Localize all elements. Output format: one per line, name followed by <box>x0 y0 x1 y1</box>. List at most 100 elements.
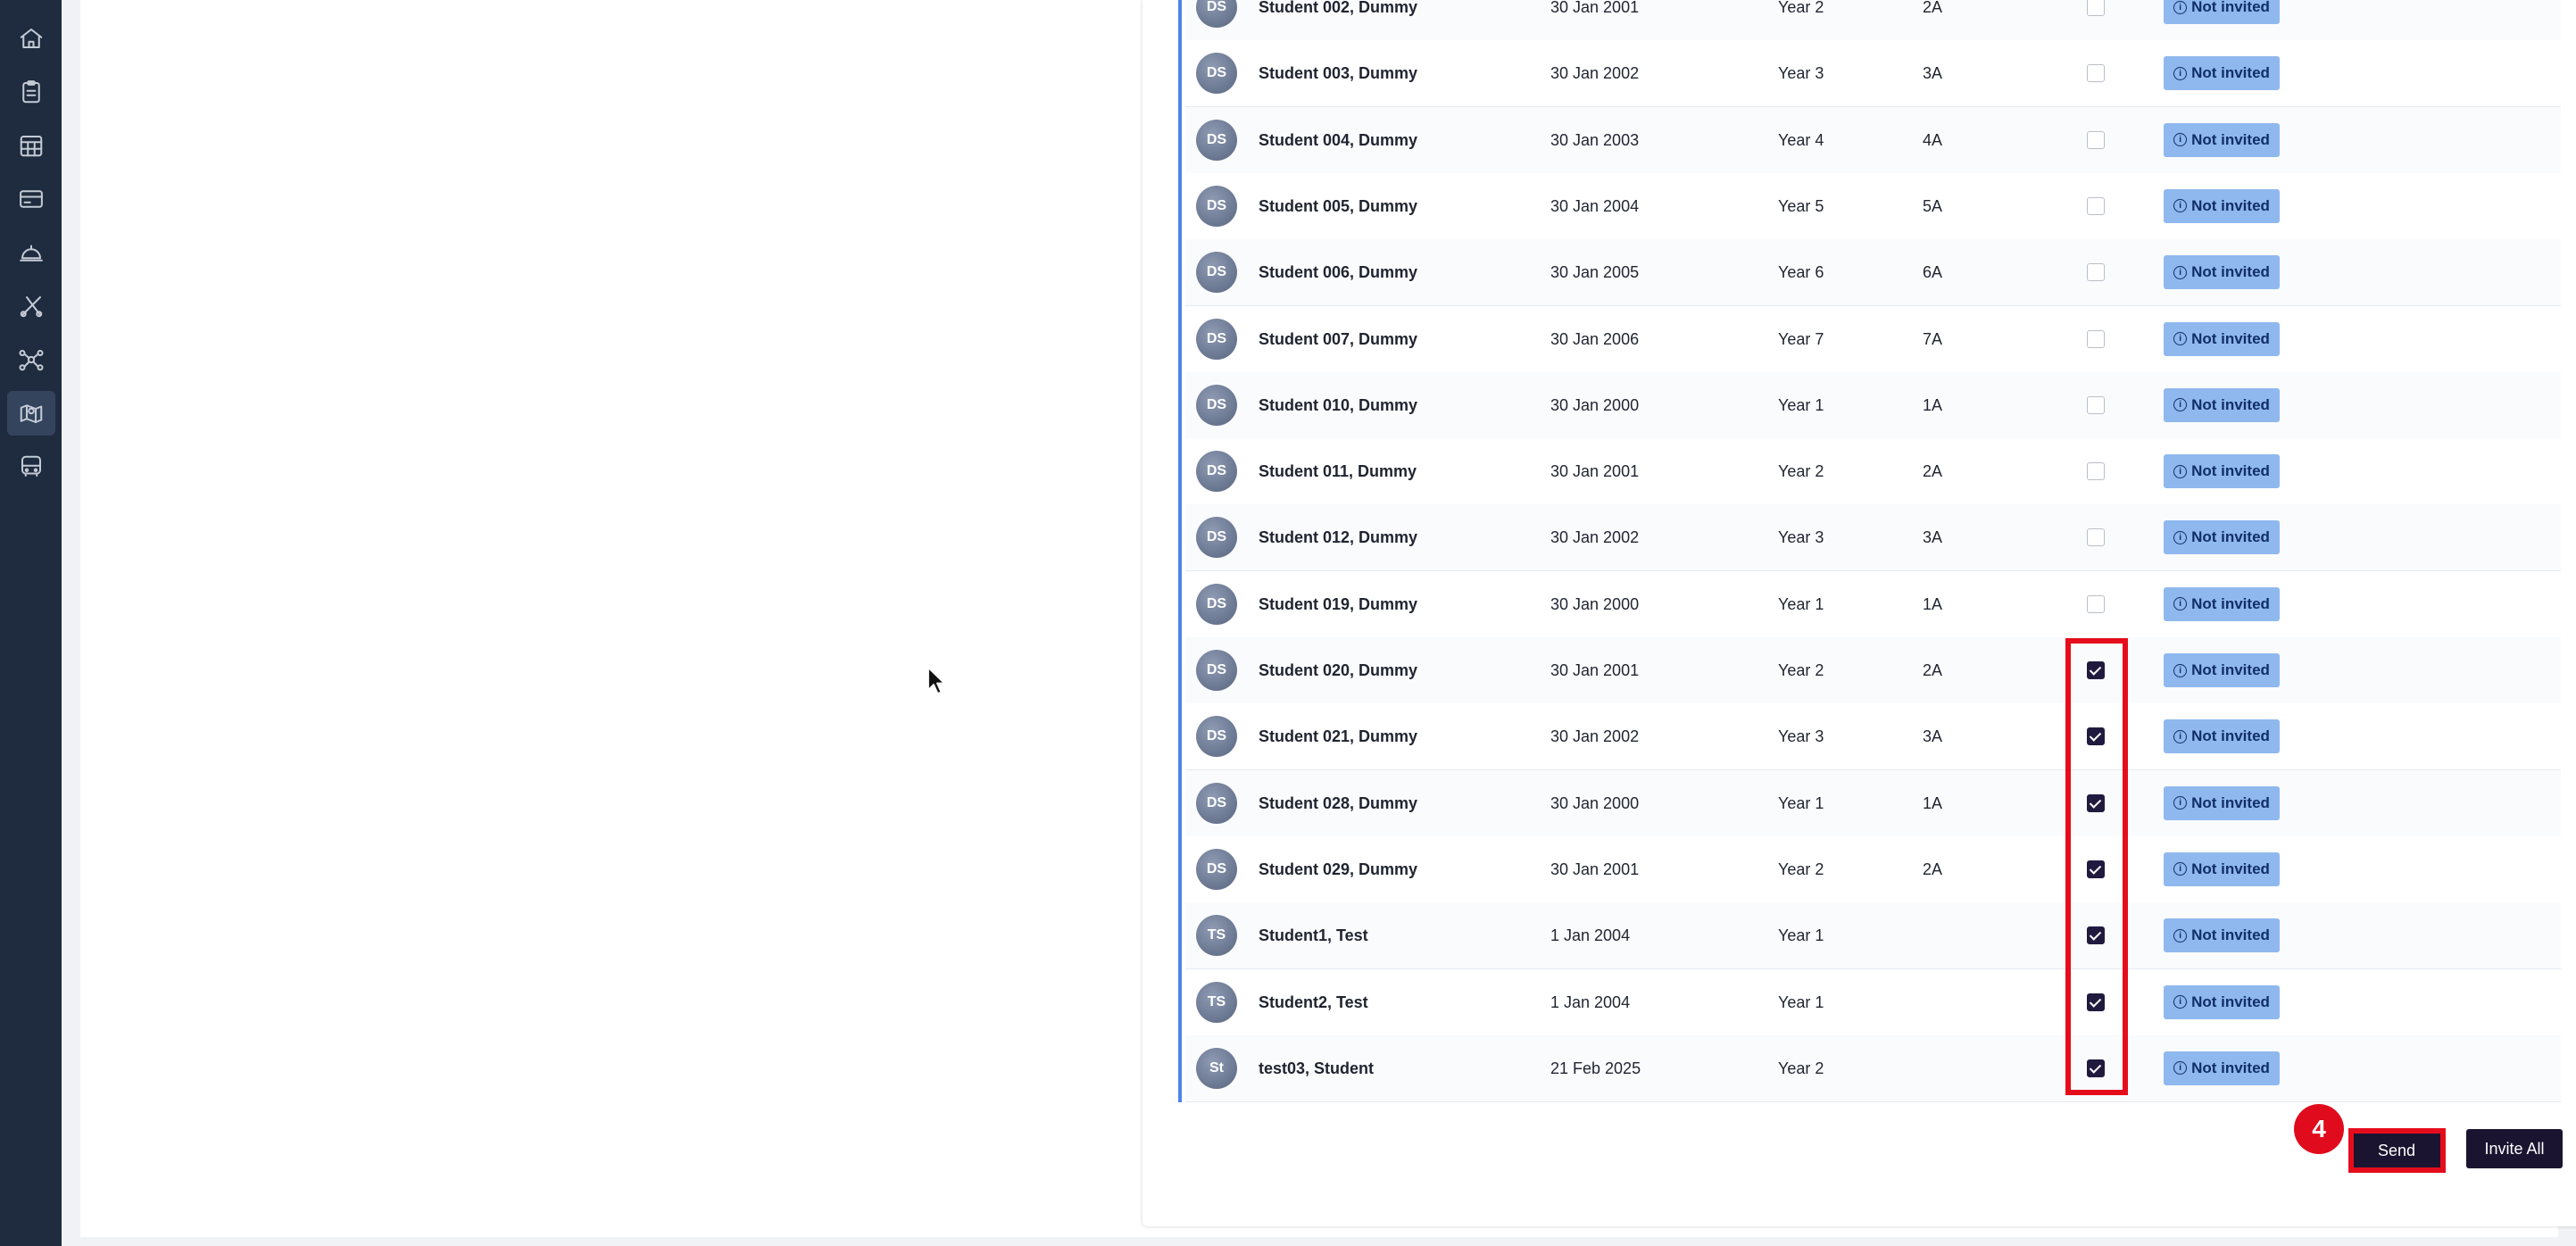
avatar: DS <box>1196 384 1237 426</box>
status-badge: i Not invited <box>2164 122 2280 157</box>
table-row: TS Student1, Test 1 Jan 2004 Year 1 i Not inv… <box>1185 902 2561 970</box>
class-name: 2A <box>1923 860 1943 878</box>
select-checkbox[interactable] <box>2087 130 2105 149</box>
date-of-birth: 30 Jan 2004 <box>1550 196 1640 215</box>
status-label: Not invited <box>2191 860 2270 877</box>
avatar: DS <box>1196 517 1237 559</box>
class-name: 3A <box>1923 64 1943 83</box>
status-label: Not invited <box>2191 462 2270 480</box>
select-checkbox[interactable] <box>2087 64 2105 83</box>
select-checkbox[interactable] <box>2087 594 2105 613</box>
class-name: 3A <box>1923 528 1943 547</box>
student-name: Student 006, Dummy <box>1259 263 1418 282</box>
select-checkbox[interactable] <box>2087 395 2105 414</box>
card-icon <box>20 190 43 208</box>
class-name: 3A <box>1923 727 1943 746</box>
tools-icon <box>20 296 43 318</box>
info-icon: i <box>2173 464 2188 478</box>
select-checkbox[interactable] <box>2087 263 2105 282</box>
class-name: 4A <box>1923 130 1943 149</box>
student-name: test03, Student <box>1259 1059 1375 1077</box>
status-label: Not invited <box>2191 263 2270 281</box>
nav-calendar[interactable] <box>7 123 55 168</box>
year-group: Year 2 <box>1778 860 1824 878</box>
table-row: DS Student 012, Dummy 30 Jan 2002 Year 3 3A i… <box>1185 504 2561 572</box>
status-label: Not invited <box>2191 594 2270 612</box>
class-name: 2A <box>1923 661 1943 679</box>
avatar: DS <box>1196 185 1237 227</box>
invite-panel: DS Student 002, Dummy 30 Jan 2001 Year 2 2A i… <box>1143 0 2576 1226</box>
status-badge: i Not invited <box>2164 851 2280 886</box>
nav-services[interactable] <box>7 230 55 275</box>
info-icon: i <box>2173 530 2188 544</box>
student-name: Student 007, Dummy <box>1259 329 1418 348</box>
status-badge: i Not invited <box>2164 321 2280 356</box>
info-icon: i <box>2173 862 2188 876</box>
table-row: DS Student 019, Dummy 30 Jan 2000 Year 1 1A i… <box>1185 570 2561 638</box>
nav-map[interactable] <box>7 391 55 436</box>
nav-payments[interactable] <box>7 177 55 221</box>
select-checkbox[interactable] <box>2087 329 2105 348</box>
student-name: Student 010, Dummy <box>1259 395 1418 414</box>
nav-home[interactable] <box>7 16 55 61</box>
info-icon: i <box>2173 66 2188 80</box>
bus-icon <box>21 455 41 477</box>
status-badge: i Not invited <box>2164 653 2280 687</box>
status-label: Not invited <box>2191 395 2270 413</box>
date-of-birth: 30 Jan 2003 <box>1550 130 1640 149</box>
student-name: Student 021, Dummy <box>1259 727 1418 746</box>
status-label: Not invited <box>2191 329 2270 347</box>
class-name: 5A <box>1923 196 1943 215</box>
date-of-birth: 1 Jan 2004 <box>1550 993 1631 1011</box>
status-label: Not invited <box>2191 727 2270 745</box>
service-bell-icon <box>20 245 43 262</box>
status-badge: i Not invited <box>2164 785 2280 820</box>
class-name: 1A <box>1923 395 1943 414</box>
nav-network[interactable] <box>7 337 55 382</box>
select-checkbox[interactable] <box>2087 462 2105 481</box>
student-name: Student 019, Dummy <box>1259 594 1418 613</box>
year-group: Year 2 <box>1778 462 1824 481</box>
avatar: DS <box>1196 716 1237 758</box>
sidebar <box>0 0 62 1246</box>
status-badge: i Not invited <box>2164 719 2280 754</box>
select-checkbox[interactable] <box>2087 528 2105 547</box>
table-row: TS Student2, Test 1 Jan 2004 Year 1 i Not inv… <box>1185 968 2561 1036</box>
table-row: DS Student 010, Dummy 30 Jan 2000 Year 1 1A i… <box>1185 371 2561 439</box>
date-of-birth: 30 Jan 2001 <box>1550 661 1640 679</box>
nav-transport[interactable] <box>7 444 55 489</box>
nav-assignments[interactable] <box>7 70 55 114</box>
step-number-badge: 4 <box>2294 1104 2344 1154</box>
student-name: Student 011, Dummy <box>1259 462 1417 481</box>
year-group: Year 6 <box>1778 263 1824 282</box>
avatar: DS <box>1196 53 1237 95</box>
select-checkbox[interactable] <box>2087 0 2105 16</box>
student-name: Student2, Test <box>1259 993 1368 1011</box>
date-of-birth: 21 Feb 2025 <box>1550 1059 1641 1077</box>
checkbox-highlight-frame <box>2065 638 2128 1095</box>
invite-all-button[interactable]: Invite All <box>2466 1129 2563 1168</box>
status-label: Not invited <box>2191 926 2270 944</box>
status-label: Not invited <box>2191 196 2270 214</box>
nav-tools[interactable] <box>7 284 55 328</box>
year-group: Year 3 <box>1778 528 1824 547</box>
info-icon: i <box>2173 398 2188 412</box>
info-icon: i <box>2173 995 2188 1009</box>
status-label: Not invited <box>2191 993 2270 1010</box>
date-of-birth: 30 Jan 2006 <box>1550 329 1640 348</box>
table-row: DS Student 029, Dummy 30 Jan 2001 Year 2 2A i… <box>1185 835 2561 903</box>
table-row: DS Student 020, Dummy 30 Jan 2001 Year 2 2A i… <box>1185 637 2561 704</box>
year-group: Year 2 <box>1778 661 1824 679</box>
avatar: DS <box>1196 650 1237 691</box>
select-checkbox[interactable] <box>2087 196 2105 215</box>
date-of-birth: 30 Jan 2002 <box>1550 528 1640 547</box>
student-name: Student 004, Dummy <box>1259 130 1418 149</box>
status-badge: i Not invited <box>2164 984 2280 1019</box>
status-badge: i Not invited <box>2164 1051 2280 1085</box>
table-row: St test03, Student 21 Feb 2025 Year 2 i Not i… <box>1185 1034 2561 1102</box>
student-name: Student 020, Dummy <box>1259 661 1418 679</box>
status-label: Not invited <box>2191 0 2270 15</box>
info-icon: i <box>2173 729 2188 743</box>
year-group: Year 4 <box>1778 130 1824 149</box>
class-name: 2A <box>1923 462 1943 481</box>
